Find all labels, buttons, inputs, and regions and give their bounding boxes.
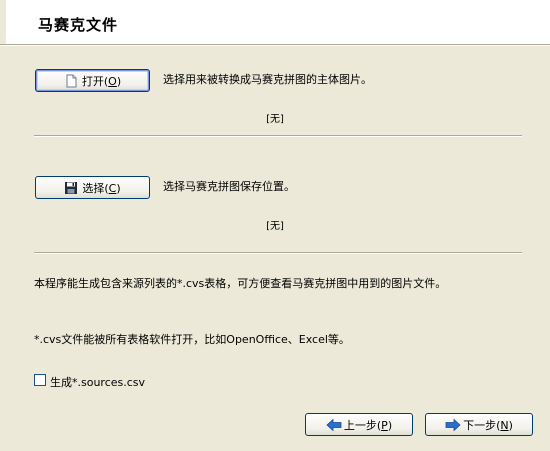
page-title: 马赛克文件 [38,16,119,34]
generate-sources-checkbox[interactable] [34,374,46,386]
back-button[interactable]: 上一步(P) [305,413,413,436]
choose-save-location-button[interactable]: 选择(C) [35,176,150,199]
open-button[interactable]: 打开(O) [35,69,150,92]
info-text-1: 本程序能生成包含来源列表的*.cvs表格，可方便查看马赛克拼图中用到的图片文件。 [34,277,447,290]
generate-sources-label[interactable]: 生成*.sources.csv [50,374,145,390]
open-file-icon [64,74,78,88]
back-button-label: 上一步(P) [343,418,393,432]
separator-1 [34,135,522,137]
separator-2 [34,252,522,254]
open-status: [无] [266,114,284,125]
info-text-2: *.cvs文件能被所有表格软件打开，比如OpenOffice、Excel等。 [34,333,350,346]
save-button-label: 选择(C) [82,181,121,195]
wizard-header: 马赛克文件 [0,0,550,45]
open-button-label: 打开(O) [81,74,122,88]
save-description: 选择马赛克拼图保存位置。 [163,180,295,193]
arrow-left-icon [326,418,342,432]
next-button-label: 下一步(N) [463,418,513,432]
save-status: [无] [266,221,284,232]
floppy-disk-icon [64,181,78,195]
arrow-right-icon [445,418,461,432]
open-description: 选择用来被转换成马赛克拼图的主体图片。 [163,73,372,86]
header-edge [0,0,6,44]
next-button[interactable]: 下一步(N) [425,413,533,436]
